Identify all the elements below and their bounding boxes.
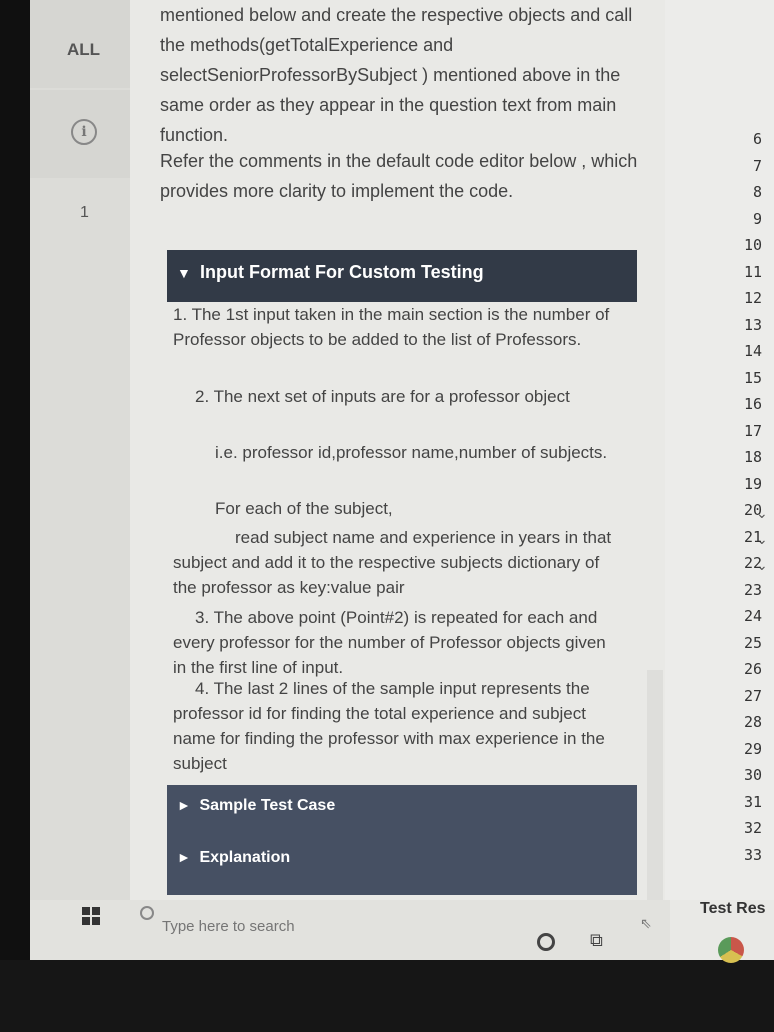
taskbar-search-input[interactable]: [162, 915, 402, 937]
line-number: 16: [743, 395, 762, 413]
triangle-right-icon: ►: [177, 849, 191, 865]
task-view-icon[interactable]: ⧉: [590, 930, 603, 951]
explanation-title: Explanation: [199, 849, 291, 866]
input-format-accordion[interactable]: ▼ Input Format For Custom Testing: [167, 250, 637, 302]
format-item: 2. The next set of inputs are for a prof…: [195, 387, 570, 406]
tab-all-label: ALL: [67, 40, 101, 59]
line-number: 7: [752, 156, 762, 175]
sample-test-case-title: Sample Test Case: [199, 797, 336, 814]
info-icon[interactable]: i: [71, 119, 97, 145]
format-item: i.e. professor id,professor name,number …: [215, 443, 608, 462]
cortana-icon[interactable]: [537, 933, 555, 951]
line-number: 24: [743, 607, 762, 625]
line-number: 25: [743, 633, 762, 652]
question-scrollbar[interactable]: [647, 670, 663, 900]
line-number: 10: [743, 236, 762, 254]
line-number: 30: [743, 766, 762, 784]
line-number: 18: [743, 448, 762, 466]
line-number: 14: [743, 342, 762, 360]
line-number: 20: [743, 501, 762, 519]
test-results-label[interactable]: Test Res: [700, 900, 766, 918]
triangle-right-icon: ►: [177, 797, 191, 813]
format-item: For each of the subject,: [215, 499, 393, 518]
explanation-accordion[interactable]: ► Explanation: [167, 835, 637, 895]
line-number: 32: [743, 819, 762, 837]
line-number: 9: [752, 209, 762, 228]
question-number[interactable]: 1: [80, 204, 89, 222]
format-item: 1. The 1st input taken in the main secti…: [173, 305, 610, 349]
input-format-title: Input Format For Custom Testing: [200, 262, 484, 282]
line-number: 28: [743, 713, 762, 731]
chrome-icon[interactable]: [718, 937, 744, 963]
search-icon[interactable]: [140, 906, 154, 920]
format-item: 4. The last 2 lines of the sample input …: [173, 679, 605, 773]
line-number: 6: [752, 130, 762, 148]
screen: ALL i 1 mentioned below and create the r…: [0, 0, 774, 960]
line-number: 19: [743, 474, 762, 493]
line-number: 23: [743, 580, 762, 599]
monitor-bezel-left: [0, 0, 30, 1032]
line-number: 26: [743, 660, 762, 678]
question-paragraph: mentioned below and create the respectiv…: [160, 5, 633, 145]
line-number: 29: [743, 739, 762, 758]
question-paragraph-reference: Refer the comments in the default code e…: [160, 151, 638, 201]
sample-test-case-accordion[interactable]: ► Sample Test Case: [167, 785, 637, 841]
line-number: 13: [743, 315, 762, 334]
line-number: 12: [743, 289, 762, 307]
line-number: 8: [752, 183, 762, 201]
line-number: 15: [743, 368, 762, 387]
line-number: 22: [743, 554, 762, 572]
line-number: 27: [743, 686, 762, 705]
format-item: 3. The above point (Point#2) is repeated…: [173, 608, 606, 677]
format-item: read subject name and experience in year…: [173, 528, 612, 597]
line-number: 33: [743, 845, 762, 864]
mouse-cursor-icon: ⇖: [640, 915, 652, 931]
windows-start-icon[interactable]: [82, 907, 100, 925]
monitor-bezel-bottom: [0, 960, 774, 1032]
triangle-down-icon: ▼: [177, 265, 191, 281]
line-number: 21: [743, 527, 762, 546]
line-number: 31: [743, 792, 762, 811]
line-number: 11: [743, 262, 762, 281]
line-number: 17: [743, 421, 762, 440]
